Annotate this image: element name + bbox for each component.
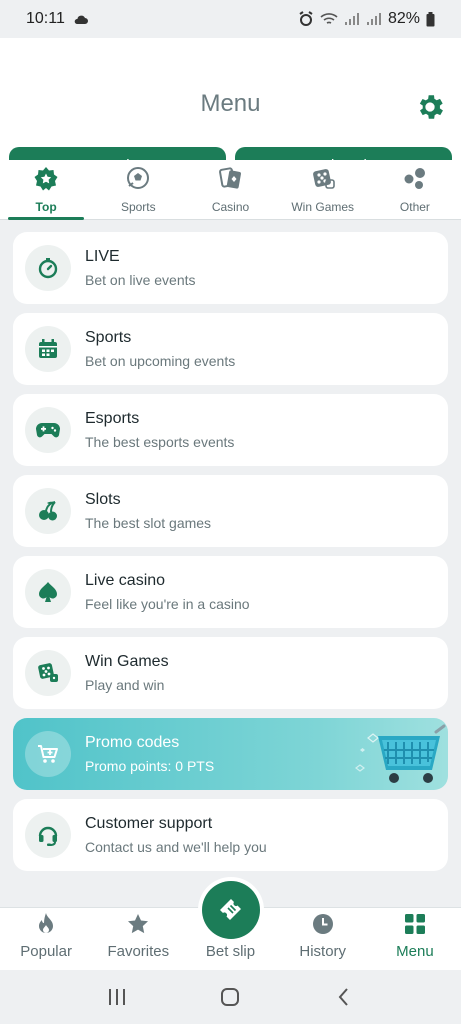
menu-item-title: Win Games: [85, 653, 169, 670]
star-badge-icon: [34, 167, 58, 191]
dice-icon: [312, 169, 335, 189]
headset-icon: [38, 826, 58, 846]
menu-item-title: Esports: [85, 410, 140, 427]
menu-item-icon-circle: [25, 650, 71, 696]
status-bar: 10:11 82%: [0, 0, 461, 38]
nav-popular[interactable]: Popular: [0, 908, 92, 970]
dots-cluster-icon: [404, 168, 425, 189]
menu-item-esports[interactable]: Esports The best esports events: [13, 394, 448, 466]
tab-top[interactable]: Top: [0, 160, 92, 220]
menu-item-subtitle: The best slot games: [85, 515, 212, 531]
menu-item-subtitle: Contact us and we'll help you: [85, 839, 267, 855]
tab-label: Other: [399, 200, 430, 214]
back-icon[interactable]: [333, 986, 355, 1008]
menu-item-promo-codes[interactable]: Promo codes Promo points: 0 PTS: [13, 718, 448, 790]
signal-icon-2: [366, 13, 381, 25]
nav-history[interactable]: History: [277, 908, 369, 970]
status-time: 10:11: [26, 10, 65, 27]
nav-bet-slip[interactable]: Bet slip: [184, 881, 276, 970]
menu-item-subtitle: Bet on live events: [85, 272, 196, 288]
tab-casino[interactable]: Casino: [184, 160, 276, 219]
tab-win-games[interactable]: Win Games: [277, 160, 369, 219]
menu-item-title: Slots: [85, 491, 121, 508]
stopwatch-icon: [38, 258, 58, 279]
signal-icon: [344, 13, 359, 25]
nav-label: History: [299, 943, 347, 960]
tab-other[interactable]: Other: [369, 160, 461, 219]
menu-item-icon-circle: [25, 326, 71, 372]
nav-menu[interactable]: Menu: [369, 908, 461, 970]
menu-item-subtitle: Play and win: [85, 677, 165, 693]
gamepad-icon: [36, 423, 60, 438]
nav-label: Favorites: [107, 943, 170, 960]
ticket-icon: [219, 899, 241, 920]
menu-item-icon-circle: [25, 569, 71, 615]
tab-label: Win Games: [291, 200, 355, 214]
menu-item-live-casino[interactable]: Live casino Feel like you're in a casino: [13, 556, 448, 628]
dice-icon: [38, 663, 58, 682]
wifi-icon: [320, 13, 338, 24]
menu-item-icon-circle: [25, 812, 71, 858]
menu-item-title: Customer support: [85, 815, 213, 832]
cloud-icon: [74, 15, 88, 24]
nav-label: Bet slip: [205, 943, 256, 960]
tab-sports[interactable]: Sports: [92, 160, 184, 219]
page-title: Menu: [200, 90, 261, 117]
alarm-icon: [299, 11, 313, 26]
menu-item-icon-circle: [25, 488, 71, 534]
tab-label: Casino: [211, 200, 250, 214]
menu-item-sports[interactable]: Sports Bet on upcoming events: [13, 313, 448, 385]
battery-percent: 82%: [387, 10, 420, 27]
grid-icon: [404, 914, 425, 934]
menu-item-subtitle: The best esports events: [85, 434, 235, 450]
menu-item-icon-circle: [25, 245, 71, 291]
bet-slip-button[interactable]: [201, 881, 260, 939]
menu-item-title: Promo codes: [85, 734, 180, 751]
sports-ball-icon: [127, 167, 150, 189]
menu-item-subtitle: Feel like you're in a casino: [85, 596, 250, 612]
menu-item-customer-support[interactable]: Customer support Contact us and we'll he…: [13, 799, 448, 871]
category-tabs: Top Sports Casino Win Games Other: [0, 160, 461, 220]
menu-item-title: Live casino: [85, 572, 166, 589]
menu-item-icon-circle: [25, 407, 71, 453]
playing-cards-icon: [218, 167, 241, 189]
system-navigation-bar: [0, 970, 461, 1024]
menu-item-subtitle: Bet on upcoming events: [85, 353, 236, 369]
battery-icon: [426, 11, 435, 26]
cherries-icon: [39, 501, 57, 521]
tab-label: Sports: [120, 200, 156, 214]
menu-item-title: Sports: [85, 329, 132, 346]
menu-item-slots[interactable]: Slots The best slot games: [13, 475, 448, 547]
menu-item-icon-circle: [25, 731, 71, 777]
menu-item-win-games[interactable]: Win Games Play and win: [13, 637, 448, 709]
clock-icon: [312, 914, 333, 934]
menu-item-live[interactable]: LIVE Bet on live events: [13, 232, 448, 304]
shopping-basket-illustration: [355, 724, 446, 783]
nav-label: Popular: [20, 943, 72, 960]
star-icon: [128, 914, 149, 934]
flame-icon: [39, 913, 54, 933]
menu-list: LIVE Bet on live events Sports Bet on up…: [13, 232, 448, 880]
bottom-navigation: Popular Favorites Bet slip History Menu: [0, 881, 461, 970]
menu-item-subtitle: Promo points: 0 PTS: [85, 758, 215, 774]
home-icon[interactable]: [219, 986, 241, 1008]
recent-apps-icon[interactable]: [106, 987, 128, 1007]
spade-icon: [39, 582, 57, 602]
cart-icon: [38, 745, 58, 763]
nav-label: Menu: [396, 943, 434, 960]
calendar-icon: [39, 339, 57, 358]
tab-label: Top: [35, 200, 57, 214]
nav-favorites[interactable]: Favorites: [92, 908, 184, 970]
menu-item-title: LIVE: [85, 248, 120, 265]
gear-icon[interactable]: [414, 91, 446, 123]
